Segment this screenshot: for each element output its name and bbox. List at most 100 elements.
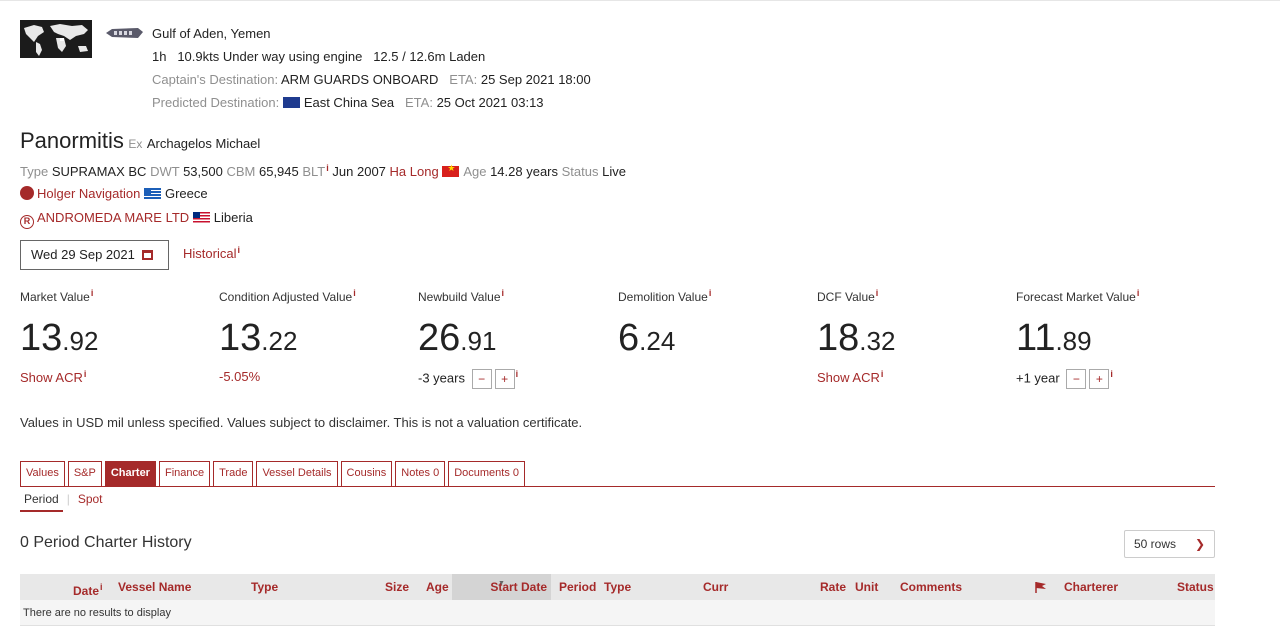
forecast-market-value-block: Forecast Market Valuei 11.89 +1 year − + i (1016, 288, 1206, 389)
show-acr-info-icon[interactable]: i (84, 369, 87, 379)
owner-link[interactable]: Holger Navigation (37, 186, 140, 201)
vessel-status: Live (602, 164, 626, 179)
newbuild-value-dec: .91 (460, 326, 497, 356)
date-info-icon[interactable]: i (100, 582, 103, 592)
predicted-eta-label: ETA: (405, 95, 433, 110)
column-date[interactable]: Datei (73, 574, 103, 600)
column-start-date[interactable]: ▼ Start Date (452, 574, 551, 600)
captain-destination-line: Captain's Destination: ARM GUARDS ONBOAR… (152, 68, 591, 91)
demolition-info-icon[interactable]: i (709, 288, 712, 298)
predicted-eta: 25 Oct 2021 03:13 (436, 95, 544, 110)
condition-adjusted-value-int: 13 (219, 317, 262, 359)
charter-table-body: There are no results to display (20, 600, 1215, 626)
sort-caret-icon: ▼ (498, 580, 505, 587)
column-comments[interactable]: Comments (900, 574, 962, 600)
position-map-thumbnail[interactable] (20, 20, 92, 58)
tab-charter[interactable]: Charter (104, 461, 156, 486)
builder-link[interactable]: Ha Long (390, 164, 439, 179)
subtab-spot[interactable]: Spot (74, 492, 107, 510)
historical-label: Historical (183, 246, 237, 261)
subtab-period[interactable]: Period (20, 492, 63, 512)
charter-subtabs: Period | Spot (20, 492, 107, 512)
newbuild-info-icon[interactable]: i (502, 288, 505, 298)
vessel-name: Panormitis (20, 128, 124, 153)
position-info: Gulf of Aden, Yemen 1h 10.9kts Under way… (152, 22, 591, 114)
valuation-disclaimer: Values in USD mil unless specified. Valu… (20, 415, 583, 430)
registered-owner-icon: R (20, 215, 34, 229)
dcf-show-acr-link[interactable]: Show ACR (817, 370, 880, 385)
tab-sale-purchase[interactable]: S&P (67, 461, 102, 486)
position-status-line: 1h 10.9kts Under way using engine 12.5 /… (152, 45, 591, 68)
dcf-info-icon[interactable]: i (876, 288, 879, 298)
dcf-value-dec: .32 (859, 326, 896, 356)
newbuild-value-int: 26 (418, 317, 461, 359)
column-type[interactable]: Type (251, 574, 278, 600)
owner-line: Holger Navigation Greece (20, 186, 208, 201)
tab-trade[interactable]: Trade (213, 461, 254, 486)
subtab-separator: | (66, 492, 70, 506)
blt-info-icon[interactable]: i (326, 163, 329, 173)
vessel-title: Panormitis Ex Archagelos Michael (20, 128, 260, 154)
greece-flag-icon (143, 188, 161, 199)
column-unit[interactable]: Unit (855, 574, 878, 600)
column-size[interactable]: Size (385, 574, 409, 600)
forecast-info-icon[interactable]: i (1137, 288, 1140, 298)
ship-icon (104, 24, 144, 42)
tab-notes[interactable]: Notes 0 (395, 461, 446, 486)
calendar-icon (142, 250, 154, 260)
blt-label: BLT (302, 164, 326, 179)
market-value-info-icon[interactable]: i (91, 288, 94, 298)
forecast-value-int: 11 (1016, 317, 1056, 359)
column-period[interactable]: Period (559, 574, 596, 600)
valuation-date-picker[interactable]: Wed 29 Sep 2021 (20, 240, 169, 270)
historical-info-icon[interactable]: i (237, 245, 240, 255)
tab-vessel-details[interactable]: Vessel Details (256, 461, 338, 486)
condition-adjusted-change: -5.05% (219, 369, 261, 384)
ex-label: Ex (128, 137, 143, 151)
owner-dot-icon (20, 186, 34, 200)
vessel-age: 14.28 years (490, 164, 559, 179)
column-flag[interactable] (1035, 574, 1047, 600)
vessel-built-date: Jun 2007 (332, 164, 386, 179)
registered-owner-link[interactable]: ANDROMEDA MARE LTD (37, 210, 189, 225)
newbuild-years: -3 years (418, 370, 465, 386)
forecast-plus-button[interactable]: + (1089, 369, 1110, 389)
market-value-block: Market Valuei 13.92 Show ACRi (20, 288, 210, 389)
newbuild-minus-button[interactable]: − (471, 369, 492, 389)
column-charterer[interactable]: Charterer (1064, 574, 1118, 600)
newbuild-plus-button[interactable]: + (494, 369, 515, 389)
tab-values[interactable]: Values (20, 461, 65, 486)
vessel-dwt: 53,500 (183, 164, 223, 179)
owner-country: Greece (164, 186, 208, 201)
liberia-flag-icon (192, 212, 210, 223)
newbuild-value-block: Newbuild Valuei 26.91 -3 years − + i (418, 288, 608, 389)
tab-cousins[interactable]: Cousins (340, 461, 393, 486)
column-status[interactable]: Status (1177, 574, 1214, 600)
forecast-minus-button[interactable]: − (1066, 369, 1087, 389)
position-nav-status: Under way using engine (222, 49, 363, 64)
captain-eta: 25 Sep 2021 18:00 (480, 72, 591, 87)
tab-documents[interactable]: Documents 0 (448, 461, 526, 486)
column-age[interactable]: Age (426, 574, 449, 600)
registered-owner-line: R ANDROMEDA MARE LTD Liberia (20, 210, 253, 229)
type-label: Type (20, 164, 49, 179)
rows-per-page-select[interactable]: 50 rows ❯ (1124, 530, 1215, 558)
charter-history-title: 0 Period Charter History (20, 534, 192, 551)
ex-vessel-name: Archagelos Michael (146, 136, 261, 151)
rows-per-page-value: 50 rows (1134, 537, 1177, 551)
forecast-years-info-icon[interactable]: i (1110, 369, 1113, 379)
condition-adjusted-info-icon[interactable]: i (353, 288, 356, 298)
column-rate[interactable]: Rate (820, 574, 846, 600)
historical-link[interactable]: Historicali (183, 245, 240, 261)
show-acr-link[interactable]: Show ACR (20, 370, 83, 385)
tab-finance[interactable]: Finance (158, 461, 211, 486)
dwt-label: DWT (150, 164, 180, 179)
column-period-type[interactable]: Type (604, 574, 631, 600)
dcf-show-acr-info-icon[interactable]: i (881, 369, 884, 379)
newbuild-years-info-icon[interactable]: i (516, 369, 519, 379)
column-currency[interactable]: Curr (703, 574, 728, 600)
forecast-years: +1 year (1016, 370, 1060, 386)
column-vessel-name[interactable]: Vessel Name (118, 574, 191, 600)
dcf-value-block: DCF Valuei 18.32 Show ACRi (817, 288, 1007, 389)
charter-table-header: Datei Vessel Name Type Size Age ▼ Start D… (20, 574, 1215, 600)
